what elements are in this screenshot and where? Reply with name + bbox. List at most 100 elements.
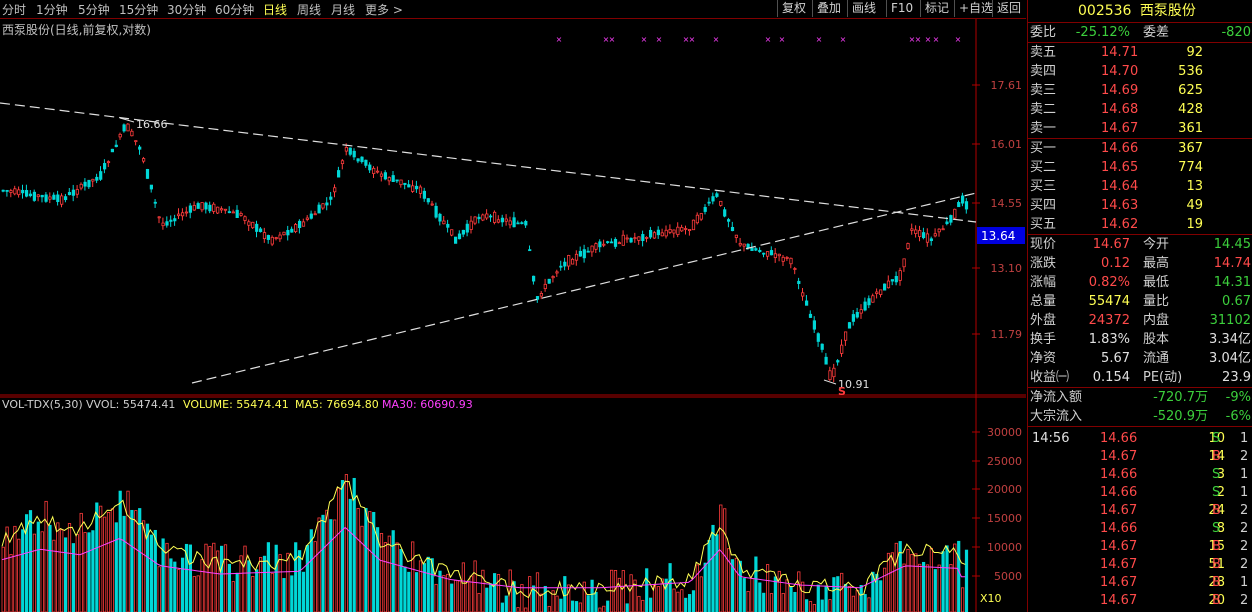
candle-body — [707, 201, 711, 204]
volume-bar — [212, 542, 216, 612]
period-tab-weekly[interactable]: 周线 — [297, 1, 321, 18]
fund-flow-value: -720.7万 — [1153, 390, 1208, 405]
ask-level-price: 14.68 — [1101, 102, 1139, 117]
bid-level-row[interactable]: 买三 14.64 13 — [1028, 177, 1252, 196]
candle-body — [301, 221, 306, 227]
bid-level-row[interactable]: 买二 14.65 774 — [1028, 158, 1252, 177]
volume-bar — [305, 545, 310, 612]
candle-body — [122, 124, 126, 132]
resistance-trendline — [0, 102, 977, 223]
tick-list[interactable]: 14:56 14.66 10 S 1 14.67 14 B 2 14.66 3 S 1 14.66 2 S 1 1… — [1028, 427, 1252, 610]
volume-bar — [851, 595, 856, 612]
stat-label: 换手 — [1030, 332, 1057, 347]
candle-body — [613, 239, 618, 247]
bid-level-volume: 49 — [1186, 198, 1203, 213]
draw-line-button[interactable]: 画线 — [847, 0, 880, 17]
candle-body — [840, 344, 844, 354]
volume-bar — [914, 553, 918, 612]
candle-body — [453, 236, 458, 244]
candle-body — [208, 204, 212, 212]
candle-body — [103, 163, 107, 170]
candle-body — [95, 176, 99, 181]
candle-body — [294, 224, 298, 233]
period-tab-timeshare[interactable]: 分时 — [2, 1, 26, 18]
period-tab-60min[interactable]: 60分钟 — [215, 1, 254, 18]
volume-bar — [805, 599, 809, 612]
period-tab-5min[interactable]: 5分钟 — [78, 1, 110, 18]
volume-bar — [894, 542, 898, 612]
bid-level-row[interactable]: 买一 14.66 367 — [1028, 139, 1252, 158]
volume-bar — [75, 534, 79, 612]
fund-flow-label: 净流入额 — [1030, 390, 1083, 405]
volume-bar — [925, 564, 930, 612]
candle-body — [99, 171, 103, 180]
candle-body — [145, 168, 150, 179]
stat-value: 14.74 — [1213, 256, 1251, 271]
period-tab-monthly[interactable]: 月线 — [331, 1, 355, 18]
volume-bar — [879, 580, 883, 612]
bid-level-volume: 774 — [1178, 160, 1203, 175]
ask-level-row[interactable]: 卖一 14.67 361 — [1028, 119, 1252, 138]
adjust-button[interactable]: 复权 — [777, 0, 810, 17]
candle-body — [286, 230, 290, 236]
ask-level-row[interactable]: 卖四 14.70 536 — [1028, 62, 1252, 81]
kline-chart[interactable]: × × × × × × × × × × × × × × × × × 17.61 16.01 14.55 13.10 11… — [0, 19, 1026, 612]
volume-bar — [79, 512, 83, 612]
tick-price: 14.66 — [1100, 485, 1138, 500]
add-watchlist-button[interactable]: +自选 — [954, 0, 997, 17]
period-tab-30min[interactable]: 30分钟 — [167, 1, 206, 18]
signal-mark: × — [933, 35, 940, 44]
ask-level-label: 卖二 — [1030, 102, 1057, 117]
f10-button[interactable]: F10 — [886, 0, 917, 17]
stock-header: 002536 西泵股份 — [1028, 0, 1252, 23]
candle-body — [606, 241, 610, 244]
ask-level-row[interactable]: 卖五 14.71 92 — [1028, 43, 1252, 62]
candle-body — [177, 213, 181, 217]
stat-value: 3.34亿 — [1209, 332, 1251, 347]
volume-bar — [36, 521, 40, 612]
candle-body — [929, 238, 934, 242]
volume-bar — [711, 524, 715, 612]
period-tab-daily[interactable]: 日线 — [263, 1, 287, 18]
volume-bar — [344, 474, 349, 612]
stat-value: 23.9 — [1222, 370, 1251, 385]
overlay-button[interactable]: 叠加 — [812, 0, 845, 17]
candle-body — [5, 190, 9, 192]
candle-body — [461, 229, 466, 235]
candle-body — [684, 228, 688, 230]
candle-body — [855, 312, 859, 318]
candle-body — [851, 314, 856, 322]
volume-bar — [883, 567, 887, 612]
candle-body — [789, 257, 793, 265]
volume-bar — [844, 583, 848, 612]
period-tab-more[interactable]: 更多 > — [365, 1, 403, 18]
volume-bar — [177, 569, 181, 612]
tick-row: 14.67 24 B 2 — [1028, 502, 1252, 520]
candle-body — [836, 360, 840, 363]
volume-bar — [781, 592, 785, 612]
bid-level-price: 14.65 — [1101, 160, 1139, 175]
signal-mark: × — [689, 35, 696, 44]
ask-level-row[interactable]: 卖三 14.69 625 — [1028, 81, 1252, 100]
volume-bar — [750, 578, 754, 612]
volume-bar — [313, 541, 317, 612]
mark-button[interactable]: 标记 — [920, 0, 953, 17]
volume-bar — [715, 534, 719, 612]
volume-bar — [157, 566, 161, 612]
bid-level-row[interactable]: 买五 14.62 19 — [1028, 215, 1252, 234]
volume-bar — [336, 487, 341, 612]
candle-body — [801, 292, 805, 297]
back-button[interactable]: 返回 — [992, 0, 1025, 17]
candle-body — [340, 160, 345, 165]
period-tab-15min[interactable]: 15分钟 — [119, 1, 158, 18]
volume-tick-label: 5000 — [994, 570, 1022, 583]
candle-body — [711, 196, 715, 202]
ask-level-row[interactable]: 卖二 14.68 428 — [1028, 100, 1252, 119]
candle-body — [812, 320, 817, 330]
volume-bar — [703, 562, 707, 612]
bid-level-row[interactable]: 买四 14.63 49 — [1028, 196, 1252, 215]
period-tab-1min[interactable]: 1分钟 — [36, 1, 68, 18]
tick-count: 2 — [1240, 539, 1249, 554]
volume-bar — [937, 564, 941, 612]
candle-body — [594, 243, 598, 250]
